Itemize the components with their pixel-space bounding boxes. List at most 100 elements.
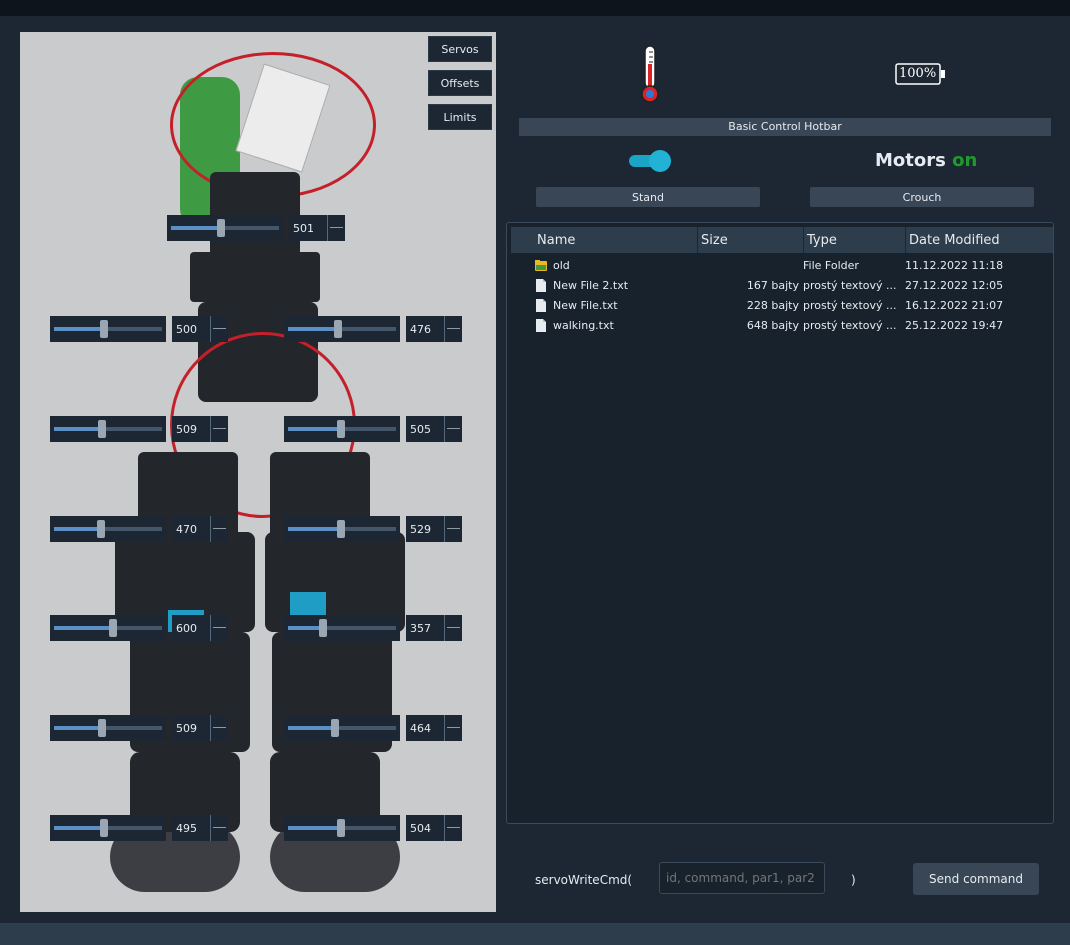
servo-spinner[interactable] <box>210 815 228 841</box>
servo-value[interactable]: 505 <box>406 416 444 442</box>
servo-slider[interactable] <box>50 715 166 741</box>
motors-state: on <box>952 150 978 171</box>
file-date: 25.12.2022 19:47 <box>905 319 1004 332</box>
offsets-tab[interactable]: Offsets <box>428 70 492 96</box>
servo-slider[interactable] <box>50 516 166 542</box>
slider-handle[interactable] <box>217 219 225 237</box>
slider-handle[interactable] <box>109 619 117 637</box>
slider-fill <box>288 527 341 531</box>
column-type[interactable]: Type <box>807 233 837 248</box>
stand-button[interactable]: Stand <box>536 187 760 207</box>
servo-spinner[interactable] <box>210 416 228 442</box>
servo-slider[interactable] <box>284 715 400 741</box>
servo-spinner[interactable] <box>444 715 462 741</box>
column-date-modified[interactable]: Date Modified <box>909 233 1000 248</box>
slider-fill <box>288 327 338 331</box>
slider-fill <box>54 826 104 830</box>
servo-control: 501 <box>167 214 351 242</box>
send-command-button[interactable]: Send command <box>913 863 1039 895</box>
servo-spinner[interactable] <box>444 416 462 442</box>
file-name: old <box>553 259 570 272</box>
slider-handle[interactable] <box>97 520 105 538</box>
slider-handle[interactable] <box>331 719 339 737</box>
file-size: 648 bajty <box>746 319 799 332</box>
servo-slider[interactable] <box>284 316 400 342</box>
file-date: 11.12.2022 11:18 <box>905 259 1004 272</box>
file-date: 27.12.2022 12:05 <box>905 279 1004 292</box>
slider-handle[interactable] <box>337 520 345 538</box>
file-type: prostý textový ... <box>803 319 897 332</box>
slider-fill <box>288 726 335 730</box>
file-name: New File.txt <box>553 299 618 312</box>
servo-slider[interactable] <box>284 416 400 442</box>
slider-handle[interactable] <box>337 420 345 438</box>
robot-shoulders <box>190 252 320 302</box>
column-name[interactable]: Name <box>537 233 575 248</box>
servo-slider[interactable] <box>284 815 400 841</box>
servo-slider[interactable] <box>50 815 166 841</box>
file-row[interactable]: New File.txt 228 bajty prostý textový ... 1… <box>531 297 1051 315</box>
file-row[interactable]: walking.txt 648 bajty prostý textový ... 25… <box>531 317 1051 335</box>
command-suffix: ) <box>851 873 856 887</box>
slider-handle[interactable] <box>98 420 106 438</box>
servo-value[interactable]: 464 <box>406 715 444 741</box>
servo-value[interactable]: 509 <box>172 416 210 442</box>
file-browser[interactable]: Name Size Type Date Modified old File Fol… <box>506 222 1054 824</box>
servo-spinner[interactable] <box>444 316 462 342</box>
servo-slider[interactable] <box>167 215 283 241</box>
limits-tab[interactable]: Limits <box>428 104 492 130</box>
servo-value[interactable]: 495 <box>172 815 210 841</box>
servo-slider[interactable] <box>284 516 400 542</box>
command-prefix: servoWriteCmd( <box>535 873 633 887</box>
servo-value[interactable]: 501 <box>289 215 327 241</box>
file-size: 228 bajty <box>746 299 799 312</box>
servo-slider[interactable] <box>50 316 166 342</box>
file-row[interactable]: New File 2.txt 167 bajty prostý textový ..… <box>531 277 1051 295</box>
servos-tab[interactable]: Servos <box>428 36 492 62</box>
hotbar-title: Basic Control Hotbar <box>519 118 1051 136</box>
slider-fill <box>171 226 221 230</box>
slider-handle[interactable] <box>100 819 108 837</box>
servo-spinner[interactable] <box>210 316 228 342</box>
servo-spinner[interactable] <box>444 815 462 841</box>
servo-slider[interactable] <box>284 615 400 641</box>
file-size: 167 bajty <box>746 279 799 292</box>
battery-level: 100% <box>899 66 937 81</box>
servo-slider[interactable] <box>50 615 166 641</box>
file-name: walking.txt <box>553 319 614 332</box>
servo-value[interactable]: 470 <box>172 516 210 542</box>
slider-handle[interactable] <box>334 320 342 338</box>
slider-handle[interactable] <box>337 819 345 837</box>
servo-value[interactable]: 357 <box>406 615 444 641</box>
command-input[interactable] <box>659 862 825 894</box>
motors-label: Motors <box>875 150 946 171</box>
slider-handle[interactable] <box>100 320 108 338</box>
column-size[interactable]: Size <box>701 233 728 248</box>
servo-spinner[interactable] <box>444 516 462 542</box>
servo-value[interactable]: 504 <box>406 815 444 841</box>
servo-spinner[interactable] <box>444 615 462 641</box>
servo-spinner[interactable] <box>327 215 345 241</box>
servo-spinner[interactable] <box>210 615 228 641</box>
file-row[interactable]: old File Folder 11.12.2022 11:18 <box>531 257 1051 275</box>
toggle-knob <box>649 150 671 172</box>
window-top-strip <box>0 0 1070 16</box>
servo-value[interactable]: 500 <box>172 316 210 342</box>
column-separator <box>697 227 698 253</box>
crouch-button[interactable]: Crouch <box>810 187 1034 207</box>
servo-value[interactable]: 476 <box>406 316 444 342</box>
servo-control: 505 <box>284 415 468 443</box>
servo-spinner[interactable] <box>210 516 228 542</box>
servo-control: 476 <box>284 315 468 343</box>
slider-fill <box>54 726 102 730</box>
file-icon <box>536 299 546 312</box>
slider-handle[interactable] <box>98 719 106 737</box>
servo-value[interactable]: 509 <box>172 715 210 741</box>
servo-slider[interactable] <box>50 416 166 442</box>
servo-spinner[interactable] <box>210 715 228 741</box>
servo-control: 464 <box>284 714 468 742</box>
slider-handle[interactable] <box>319 619 327 637</box>
motors-toggle[interactable] <box>629 150 671 172</box>
servo-value[interactable]: 529 <box>406 516 444 542</box>
servo-value[interactable]: 600 <box>172 615 210 641</box>
